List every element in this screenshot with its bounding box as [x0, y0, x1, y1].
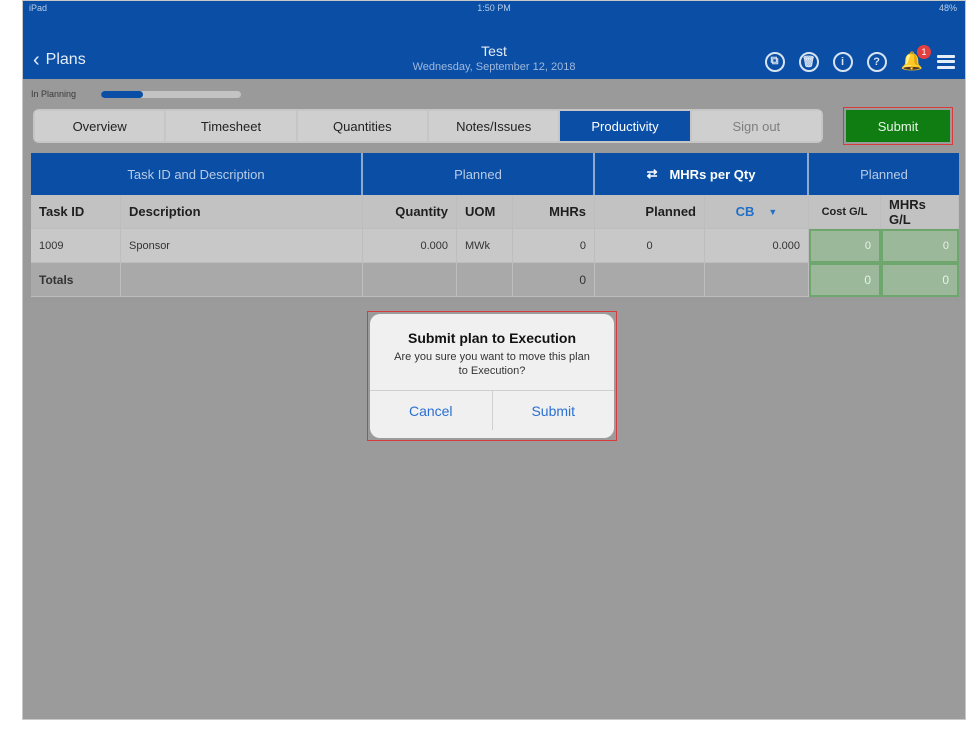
cell-planned: 0: [595, 229, 705, 263]
cell-description: Sponsor: [121, 229, 363, 263]
help-icon[interactable]: ?: [866, 51, 887, 72]
status-time: 1:50 PM: [477, 3, 511, 13]
col-planned: Planned: [595, 195, 705, 229]
cell-uom: MWk: [457, 229, 513, 263]
planning-label: In Planning: [31, 89, 77, 99]
battery-level: 48%: [938, 3, 957, 13]
notifications-icon[interactable]: 🔔 1: [901, 45, 931, 72]
group-header-planned-gl: Planned: [809, 153, 959, 195]
cell-mhrs-gl[interactable]: 0: [881, 229, 959, 263]
dialog-message: Are you sure you want to move this plan …: [394, 351, 590, 377]
nav-bar: iPad 1:50 PM 48% ‹ Plans Test Wednesday,…: [23, 1, 965, 79]
nav-actions: ⧉ 🗑 i ? 🔔 1: [764, 45, 955, 72]
column-header-row: Task ID Description Quantity UOM MHRs Pl…: [31, 195, 959, 229]
col-mhrs-gl: MHRs G/L: [881, 195, 959, 229]
cell-cb-value: 0.000: [705, 229, 809, 263]
cell-task-id: 1009: [31, 229, 121, 263]
tab-notes-issues[interactable]: Notes/Issues: [428, 111, 559, 141]
tab-bar: Overview Timesheet Quantities Notes/Issu…: [33, 109, 823, 143]
totals-empty-5: [705, 263, 809, 297]
dialog-actions: Cancel Submit: [370, 390, 614, 430]
info-icon[interactable]: i: [832, 51, 853, 72]
totals-empty-4: [595, 263, 705, 297]
status-bar: iPad 1:50 PM 48%: [23, 3, 965, 17]
totals-empty-1: [121, 263, 363, 297]
dialog-cancel-button[interactable]: Cancel: [370, 391, 493, 430]
cb-label: CB: [735, 204, 755, 219]
cell-quantity: 0.000: [363, 229, 457, 263]
col-uom: UOM: [457, 195, 513, 229]
group-header-row: Task ID and Description Planned ⇄ MHRs p…: [31, 153, 959, 195]
totals-mhrs-gl: 0: [881, 263, 959, 297]
dialog-submit-button[interactable]: Submit: [493, 391, 615, 430]
col-mhrs: MHRs: [513, 195, 595, 229]
planning-progress-bar: [101, 91, 241, 98]
col-cost-gl: Cost G/L: [809, 195, 881, 229]
totals-empty-2: [363, 263, 457, 297]
dialog-box: Submit plan to Execution Are you sure yo…: [370, 314, 614, 438]
cell-cost-gl[interactable]: 0: [809, 229, 881, 263]
copy-icon[interactable]: ⧉: [764, 51, 785, 72]
planning-status: In Planning: [23, 85, 965, 105]
totals-mhrs: 0: [513, 263, 595, 297]
cb-dropdown[interactable]: CB ▼: [705, 195, 809, 229]
submit-button-label: Submit: [846, 110, 950, 142]
submit-dialog: Submit plan to Execution Are you sure yo…: [367, 311, 617, 441]
tab-sign-out[interactable]: Sign out: [691, 111, 821, 141]
trash-icon[interactable]: 🗑: [798, 51, 819, 72]
group-header-task: Task ID and Description: [31, 153, 363, 195]
table-row[interactable]: 1009 Sponsor 0.000 MWk 0 0 0.000 0 0: [31, 229, 959, 263]
col-description: Description: [121, 195, 363, 229]
progress-fill: [101, 91, 143, 98]
col-task-id: Task ID: [31, 195, 121, 229]
group-header-mhrs-per-qty[interactable]: ⇄ MHRs per Qty: [595, 153, 809, 195]
tab-quantities[interactable]: Quantities: [297, 111, 427, 141]
tab-overview[interactable]: Overview: [35, 111, 165, 141]
swap-icon: ⇄: [646, 166, 658, 181]
notification-badge: 1: [917, 45, 931, 59]
totals-row: Totals 0 0 0: [31, 263, 959, 297]
chevron-down-icon: ▼: [768, 206, 778, 217]
totals-label: Totals: [31, 263, 121, 297]
col-quantity: Quantity: [363, 195, 457, 229]
tab-timesheet[interactable]: Timesheet: [166, 111, 296, 141]
productivity-table: Task ID and Description Planned ⇄ MHRs p…: [31, 153, 959, 297]
tab-productivity[interactable]: Productivity: [560, 111, 690, 141]
hamburger-menu-icon[interactable]: [937, 54, 955, 69]
totals-empty-3: [457, 263, 513, 297]
group-header-planned: Planned: [363, 153, 595, 195]
cell-mhrs: 0: [513, 229, 595, 263]
totals-cost-gl: 0: [809, 263, 881, 297]
submit-button[interactable]: Submit: [843, 107, 953, 145]
dialog-title: Submit plan to Execution: [407, 330, 576, 346]
ipad-screen: iPad 1:50 PM 48% ‹ Plans Test Wednesday,…: [22, 0, 966, 720]
group-header-mhrs-label: MHRs per Qty: [669, 166, 756, 182]
